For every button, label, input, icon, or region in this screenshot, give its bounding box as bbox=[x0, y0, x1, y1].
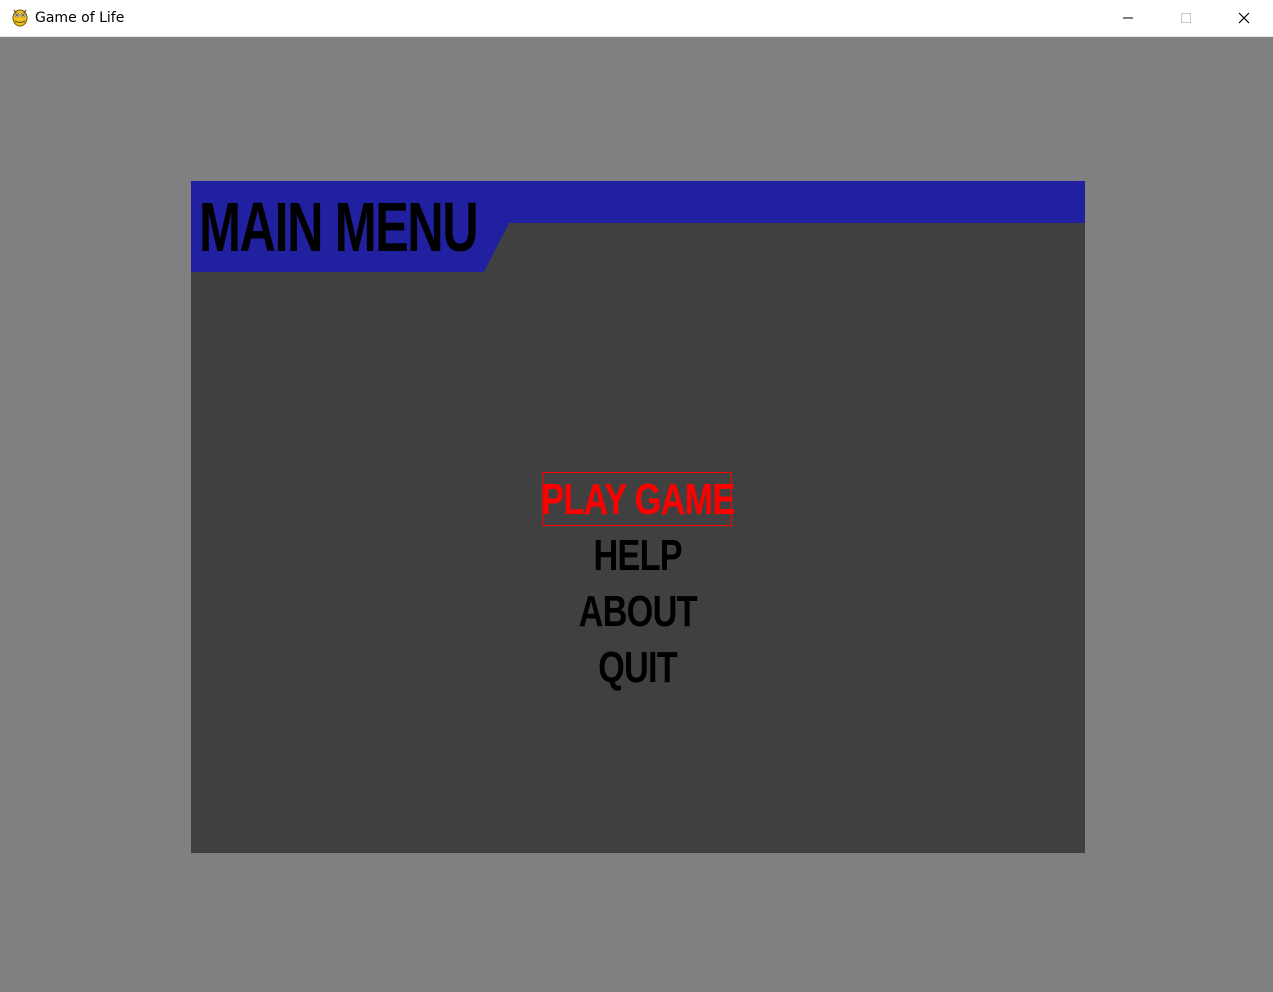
pygame-snake-icon bbox=[10, 7, 30, 27]
minimize-icon bbox=[1122, 9, 1134, 28]
menu-list: PLAY GAME HELP ABOUT QUIT bbox=[191, 472, 1085, 696]
game-window: Game of Life MAIN MENU PLAY GAME HELP AB… bbox=[0, 0, 1273, 992]
maximize-button[interactable] bbox=[1157, 0, 1215, 36]
menu-item-label: PLAY GAME bbox=[541, 475, 735, 524]
minimize-button[interactable] bbox=[1099, 0, 1157, 36]
menu-item-label: HELP bbox=[593, 531, 683, 580]
menu-item-play-game[interactable]: PLAY GAME bbox=[191, 472, 1085, 528]
menu-item-label: QUIT bbox=[598, 643, 679, 692]
menu-title: MAIN MENU bbox=[199, 188, 479, 266]
game-surface: MAIN MENU PLAY GAME HELP ABOUT QUIT bbox=[0, 37, 1273, 992]
menu-item-help[interactable]: HELP bbox=[191, 528, 1085, 584]
menu-item-label: ABOUT bbox=[578, 587, 698, 636]
close-button[interactable] bbox=[1215, 0, 1273, 36]
main-menu-panel: MAIN MENU PLAY GAME HELP ABOUT QUIT bbox=[191, 181, 1085, 853]
close-icon bbox=[1238, 9, 1250, 28]
menu-item-quit[interactable]: QUIT bbox=[191, 640, 1085, 696]
maximize-icon bbox=[1180, 9, 1192, 28]
menu-item-about[interactable]: ABOUT bbox=[191, 584, 1085, 640]
title-bar[interactable]: Game of Life bbox=[0, 0, 1273, 37]
window-title: Game of Life bbox=[35, 10, 125, 26]
